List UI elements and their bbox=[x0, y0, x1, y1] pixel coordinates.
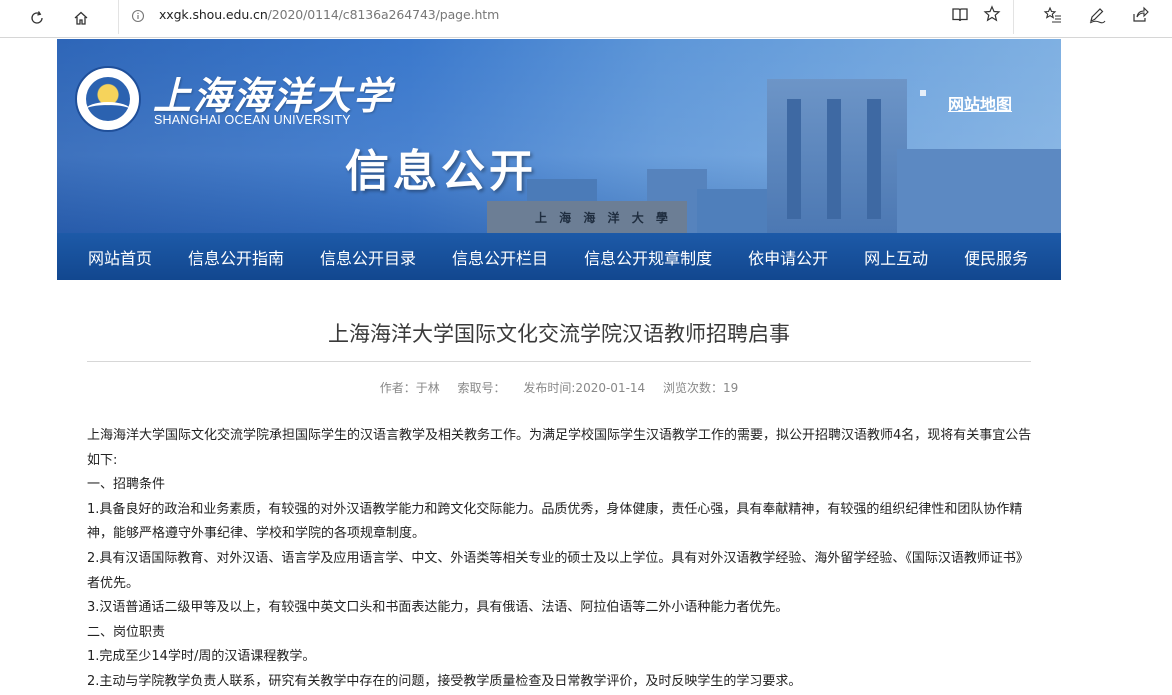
url-host: xxgk.shou.edu.cn bbox=[159, 7, 268, 22]
university-name-english: SHANGHAI OCEAN UNIVERSITY bbox=[154, 113, 351, 127]
sitemap-link[interactable]: 网站地图 bbox=[948, 91, 1012, 115]
nav-item-guide[interactable]: 信息公开指南 bbox=[170, 245, 302, 269]
article-meta: 作者：于林 索取号： 发布时间:2020-01-14 浏览次数：19 bbox=[87, 379, 1031, 396]
refresh-icon bbox=[31, 11, 43, 24]
nav-item-home[interactable]: 网站首页 bbox=[57, 245, 170, 269]
article-title: 上海海洋大学国际文化交流学院汉语教师招聘启事 bbox=[328, 322, 790, 346]
favorite-star-icon[interactable] bbox=[983, 5, 1001, 23]
university-seal-logo[interactable] bbox=[75, 66, 141, 132]
article-paragraph: 2.主动与学院教学负责人联系，研究有关教学中存在的问题，接受教学质量检查及日常教… bbox=[87, 673, 802, 689]
university-name-chinese: 上海海洋大学 bbox=[153, 73, 394, 118]
title-divider bbox=[87, 361, 1031, 362]
refresh-button[interactable] bbox=[22, 4, 52, 32]
article-author: 作者：于林 bbox=[379, 381, 440, 395]
home-icon bbox=[74, 11, 88, 25]
pen-notes-icon[interactable] bbox=[1087, 5, 1107, 25]
article-source: 索取号： bbox=[457, 381, 506, 395]
article-paragraph: 3.汉语普通话二级甲等及以上，有较强中英文口头和书面表达能力，具有俄语、法语、阿… bbox=[87, 600, 789, 616]
nav-item-apply[interactable]: 依申请公开 bbox=[730, 245, 846, 269]
gate-inscription: 上 海 海 洋 大 學 bbox=[535, 211, 672, 225]
article-paragraph: 上海海洋大学国际文化交流学院承担国际学生的汉语言教学及相关教务工作。为满足学校国… bbox=[87, 428, 1032, 468]
nav-item-regulations[interactable]: 信息公开规章制度 bbox=[566, 245, 730, 269]
main-nav: 网站首页 信息公开指南 信息公开目录 信息公开栏目 信息公开规章制度 依申请公开… bbox=[57, 233, 1061, 280]
building-shape bbox=[897, 149, 1061, 233]
article-date: 发布时间:2020-01-14 bbox=[523, 381, 646, 395]
article-paragraph: 1.完成至少14学时/周的汉语课程教学。 bbox=[87, 649, 316, 665]
nav-item-catalog[interactable]: 信息公开目录 bbox=[302, 245, 434, 269]
article-paragraph: 2.具有汉语国际教育、对外汉语、语言学及应用语言学、中文、外语类等相关专业的硕士… bbox=[87, 550, 1029, 591]
article-paragraph: 一、招聘条件 bbox=[87, 477, 166, 493]
article-body: 上海海洋大学国际文化交流学院承担国际学生的汉语言教学及相关教务工作。为满足学校国… bbox=[87, 424, 1033, 695]
reading-view-icon[interactable] bbox=[951, 6, 969, 24]
building-shape bbox=[867, 99, 881, 219]
favorites-list-icon[interactable] bbox=[1043, 5, 1063, 25]
info-icon[interactable] bbox=[131, 9, 145, 23]
nav-item-interaction[interactable]: 网上互动 bbox=[846, 245, 946, 269]
nav-item-services[interactable]: 便民服务 bbox=[946, 245, 1046, 269]
building-shape bbox=[827, 99, 841, 219]
article-paragraph: 二、岗位职责 bbox=[87, 624, 166, 640]
address-bar[interactable]: xxgk.shou.edu.cn/2020/0114/c8136a264743/… bbox=[118, 0, 1014, 34]
url-text[interactable]: xxgk.shou.edu.cn/2020/0114/c8136a264743/… bbox=[159, 7, 499, 22]
site-banner: 上 海 海 洋 大 學 上海海洋大学 SHANGHAI OCEAN UNIVER… bbox=[57, 39, 1061, 233]
article-paragraph: 1.具备良好的政治和业务素质，有较强的对外汉语教学能力和跨文化交际能力。品质优秀… bbox=[87, 501, 1023, 542]
seal-wave bbox=[86, 102, 130, 117]
article-views: 浏览次数：19 bbox=[663, 381, 739, 395]
url-path: /2020/0114/c8136a264743/page.htm bbox=[267, 7, 500, 22]
nav-item-columns[interactable]: 信息公开栏目 bbox=[434, 245, 566, 269]
bullet-icon bbox=[920, 90, 926, 96]
home-button[interactable] bbox=[66, 4, 96, 32]
browser-toolbar: xxgk.shou.edu.cn/2020/0114/c8136a264743/… bbox=[0, 0, 1172, 38]
section-title: 信息公开 bbox=[345, 146, 537, 197]
building-shape bbox=[787, 99, 801, 219]
share-icon[interactable] bbox=[1130, 5, 1150, 25]
